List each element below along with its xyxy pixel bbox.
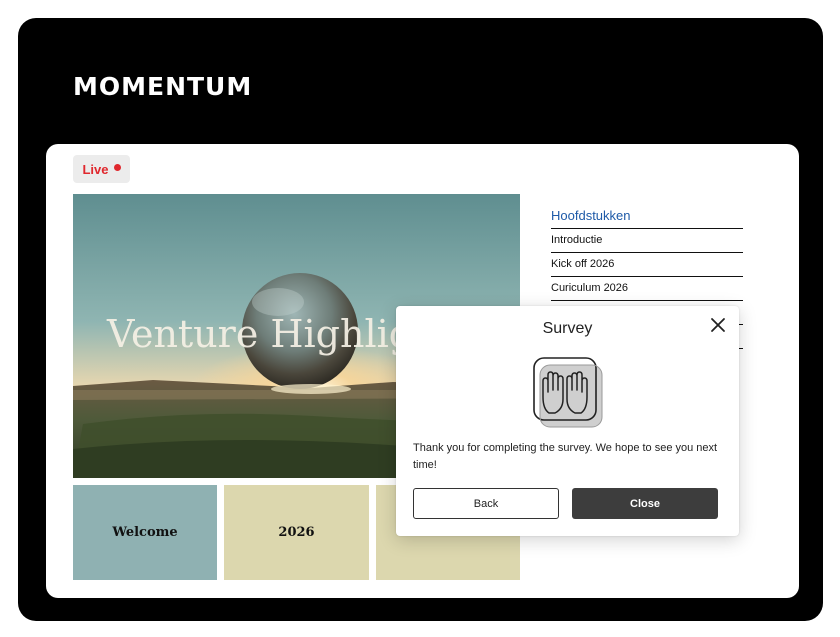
- back-button[interactable]: Back: [413, 488, 559, 519]
- chapters-title: Hoofdstukken: [551, 204, 743, 229]
- tile-welcome[interactable]: Welcome: [73, 485, 217, 580]
- live-badge: Live: [73, 155, 130, 183]
- tile-label: Welcome: [112, 525, 178, 540]
- brand-logo: MOMENTUM: [73, 72, 253, 101]
- tile-label: 2026: [278, 525, 315, 540]
- live-label: Live: [82, 161, 109, 177]
- chapter-item-introductie[interactable]: Introductie: [551, 229, 743, 253]
- dialog-message: Thank you for completing the survey. We …: [413, 442, 718, 471]
- chapter-item-kick-off[interactable]: Kick off 2026: [551, 253, 743, 277]
- close-icon[interactable]: [710, 317, 726, 333]
- chapter-item-curiculum[interactable]: Curiculum 2026: [551, 277, 743, 301]
- hero-title: Venture Highligh: [107, 312, 438, 356]
- raised-hands-icon: [533, 357, 603, 428]
- close-button[interactable]: Close: [572, 488, 718, 519]
- live-dot-icon: [113, 163, 121, 171]
- tile-2026[interactable]: 2026: [224, 485, 369, 580]
- dialog-title: Survey: [542, 320, 593, 337]
- survey-dialog: Survey Thank you for completing the surv…: [396, 306, 739, 536]
